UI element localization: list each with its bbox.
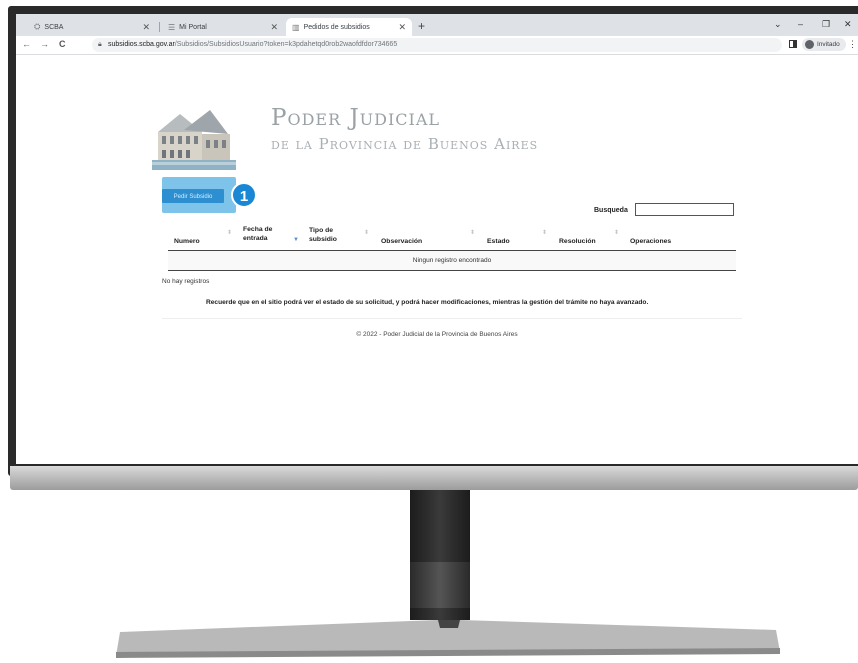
- tab-search-icon[interactable]: ⌄: [774, 19, 782, 30]
- monitor-stand-neck: [410, 490, 470, 620]
- lock-icon: 🔒︎: [98, 41, 102, 48]
- side-panel-icon[interactable]: [789, 40, 797, 48]
- reload-icon[interactable]: C: [59, 39, 66, 49]
- footer-divider: [162, 318, 742, 319]
- close-window-icon[interactable]: ✕: [844, 19, 852, 30]
- new-tab-icon[interactable]: +: [418, 19, 425, 33]
- column-header-label: Tipo de: [309, 227, 334, 234]
- page-title: Poder Judicial: [271, 105, 441, 131]
- close-icon[interactable]: ✕: [398, 22, 406, 33]
- close-icon[interactable]: ✕: [142, 22, 150, 33]
- minimize-icon[interactable]: –: [798, 19, 803, 29]
- column-header-operaciones: Operaciones: [630, 237, 671, 246]
- page-subtitle: de la Provincia de Buenos Aires: [271, 135, 539, 153]
- page-content: Poder Judicial de la Provincia de Buenos…: [16, 55, 858, 464]
- column-header-fecha-entrada[interactable]: Fecha de entrada: [243, 225, 272, 243]
- column-header-label: Resolución: [559, 238, 596, 245]
- column-header-resolucion[interactable]: Resolución: [559, 237, 596, 246]
- tab-separator: [159, 22, 160, 32]
- column-header-numero[interactable]: Numero: [174, 237, 200, 246]
- address-bar-row: ← → C 🔒︎ subsidios.scba.gov.ar/Subsidios…: [16, 36, 858, 55]
- column-header-label-line2: subsidio: [309, 236, 337, 243]
- column-header-label: Estado: [487, 238, 510, 245]
- portal-tab-icon: ☰: [168, 22, 176, 32]
- document-tab-icon: ▥: [292, 22, 300, 32]
- tab-label: Mi Portal: [179, 23, 207, 31]
- pedir-subsidio-button[interactable]: Pedir Subsidio: [162, 189, 224, 203]
- tab-mi-portal[interactable]: ☰ Mi Portal ✕: [162, 18, 284, 36]
- search-label: Busqueda: [594, 207, 628, 214]
- profile-button[interactable]: Invitado: [802, 38, 846, 51]
- column-header-estado[interactable]: Estado: [487, 237, 510, 246]
- forward-icon[interactable]: →: [40, 39, 49, 49]
- sort-icon[interactable]: ⬍: [227, 229, 232, 236]
- column-header-observacion[interactable]: Observación: [381, 237, 422, 246]
- back-icon[interactable]: ←: [22, 39, 31, 49]
- no-records-text: No hay registros: [162, 278, 210, 285]
- monitor-chin: [10, 466, 858, 490]
- notice-text: Recuerde que en el sitio podrá ver el es…: [206, 299, 649, 306]
- menu-icon[interactable]: ⋮: [848, 39, 857, 50]
- profile-label: Invitado: [817, 41, 840, 48]
- column-header-label: Operaciones: [630, 238, 672, 245]
- tab-pedidos-subsidios[interactable]: ▥ Pedidos de subsidios ✕: [286, 18, 412, 36]
- tab-label: Pedidos de subsidios: [303, 23, 370, 31]
- column-header-label: Observación: [381, 238, 423, 245]
- step-number-badge: 1: [231, 182, 257, 208]
- footer-text: © 2022 - Poder Judicial de la Provincia …: [356, 331, 518, 338]
- screen: ⛭ SCBA ✕ ☰ Mi Portal ✕ ▥ Pedidos de subs…: [16, 14, 858, 464]
- monitor-stand-base: [116, 620, 780, 658]
- tab-scba[interactable]: ⛭ SCBA ✕: [28, 18, 156, 36]
- sort-desc-icon[interactable]: ▼: [293, 237, 299, 243]
- column-header-tipo-subsidio[interactable]: Tipo de subsidio: [309, 226, 337, 244]
- search-input[interactable]: [635, 203, 734, 216]
- url-input[interactable]: 🔒︎ subsidios.scba.gov.ar/Subsidios/Subsi…: [92, 38, 782, 52]
- restore-icon[interactable]: ❐: [822, 19, 830, 30]
- tab-label: SCBA: [44, 23, 64, 31]
- column-header-label: Numero: [174, 238, 200, 245]
- close-icon[interactable]: ✕: [270, 22, 278, 33]
- column-header-label: Fecha de: [243, 226, 273, 233]
- sort-icon[interactable]: ⬍: [614, 229, 619, 236]
- column-header-label-line2: entrada: [243, 235, 268, 242]
- sort-icon[interactable]: ⬍: [542, 229, 547, 236]
- tab-bar: ⛭ SCBA ✕ ☰ Mi Portal ✕ ▥ Pedidos de subs…: [16, 14, 858, 36]
- courthouse-logo: [152, 100, 236, 170]
- url-path: /Subsidios/SubsidiosUsuario?token=k3pdah…: [174, 41, 398, 48]
- url-host: subsidios.scba.gov.ar: [108, 41, 175, 48]
- scba-tab-icon: ⛭: [34, 22, 41, 31]
- table-empty-row: Ningun registro encontrado: [168, 251, 736, 271]
- sort-icon[interactable]: ⬍: [364, 229, 369, 236]
- profile-avatar-icon: [805, 40, 814, 49]
- sort-icon[interactable]: ⬍: [470, 229, 475, 236]
